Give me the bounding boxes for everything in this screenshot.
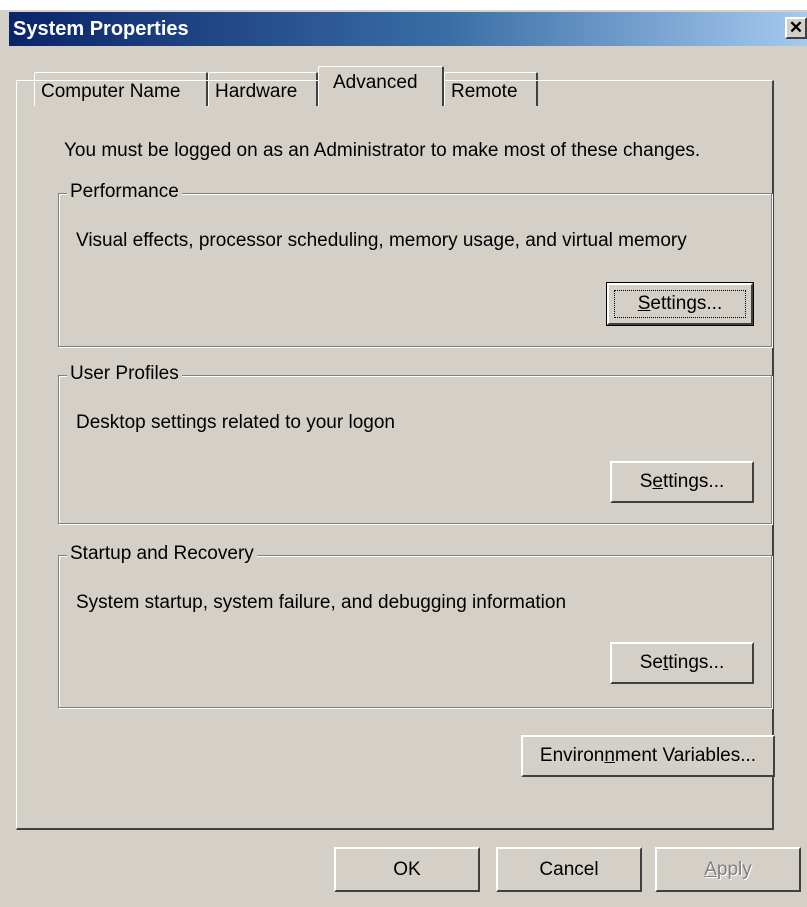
performance-title: Performance [67, 181, 182, 203]
startup-recovery-description: System startup, system failure, and debu… [76, 592, 567, 613]
ok-button[interactable]: OK [334, 847, 480, 892]
title-bar[interactable]: System Properties ✕ [9, 12, 807, 46]
screen-top-strip [0, 0, 807, 10]
environment-variables-label: Environnment Variables... [539, 745, 757, 766]
user-profiles-title: User Profiles [67, 363, 182, 385]
startup-recovery-title: Startup and Recovery [67, 543, 257, 565]
ok-label: OK [393, 859, 421, 880]
apply-button[interactable]: Apply [655, 847, 801, 892]
startup-recovery-group: Startup and Recovery System startup, sys… [58, 543, 772, 708]
tab-advanced-label: Advanced [333, 72, 418, 93]
close-icon: ✕ [788, 18, 804, 37]
tab-advanced[interactable]: Advanced [318, 66, 444, 106]
cancel-button[interactable]: Cancel [496, 847, 642, 892]
startup-recovery-settings-button[interactable]: Settings... [610, 642, 754, 684]
performance-description: Visual effects, processor scheduling, me… [76, 230, 687, 251]
window-title: System Properties [13, 18, 189, 40]
admin-note: You must be logged on as an Administrato… [64, 140, 701, 161]
cancel-label: Cancel [539, 859, 599, 880]
performance-settings-button[interactable]: Settings... [606, 282, 754, 326]
apply-label: Apply [704, 859, 752, 880]
startup-recovery-settings-label: Settings... [639, 652, 725, 673]
close-button[interactable]: ✕ [785, 17, 807, 39]
user-profiles-settings-button[interactable]: Settings... [610, 461, 754, 503]
user-profiles-description: Desktop settings related to your logon [76, 412, 395, 433]
user-profiles-settings-label: Settings... [639, 471, 725, 492]
environment-variables-button[interactable]: Environnment Variables... [521, 735, 775, 777]
performance-settings-label: Settings... [637, 293, 723, 314]
